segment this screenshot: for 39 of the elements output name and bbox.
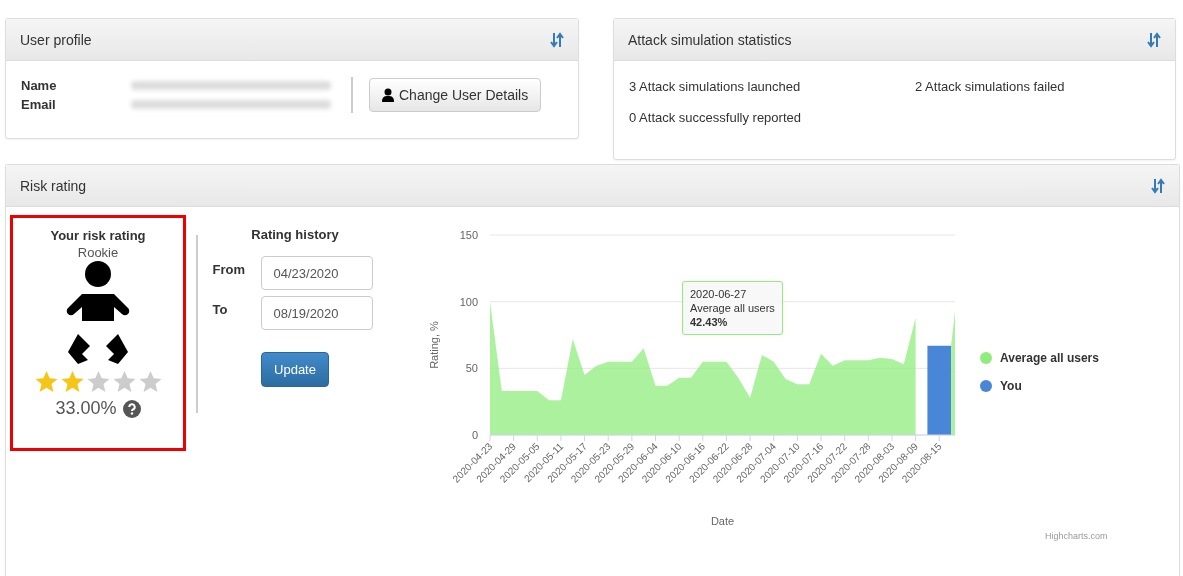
y-axis-title: Rating, %: [428, 321, 440, 369]
sort-icon[interactable]: [550, 31, 564, 48]
y-tick-label: 100: [459, 295, 478, 308]
help-icon[interactable]: [122, 399, 141, 418]
from-label: From: [212, 261, 246, 277]
star-icon: [59, 370, 85, 394]
field-label: Name: [21, 78, 58, 93]
rating-percent: 33.00%: [55, 398, 117, 419]
field-label: Email: [21, 97, 57, 112]
tooltip-date: 2020-06-27: [690, 287, 748, 301]
legend-label[interactable]: Average all users: [1000, 351, 1099, 365]
user-icon: [382, 88, 394, 102]
legend-label[interactable]: You: [1000, 379, 1022, 393]
to-date-field[interactable]: 08/19/2020: [260, 296, 373, 330]
update-button[interactable]: Update: [261, 352, 329, 387]
to-label: To: [212, 301, 229, 317]
panel-title: Risk rating: [20, 177, 87, 194]
rating-title: Your risk rating: [50, 228, 146, 243]
x-axis-title: Date: [710, 515, 735, 527]
sort-icon[interactable]: [1147, 31, 1161, 48]
panel-title: Attack simulation statistics: [628, 31, 792, 48]
statistic-text: 3 Attack simulations launched: [629, 79, 802, 94]
star-icon: [111, 370, 137, 394]
y-tick-label: 50: [465, 362, 478, 375]
y-tick-label: 150: [459, 229, 478, 241]
tooltip-value: 42.43%: [690, 315, 729, 329]
statistic-text: 0 Attack successfully reported: [629, 110, 802, 125]
history-title: Rating history: [251, 227, 339, 242]
star-icon: [137, 370, 163, 394]
rating-level-name: Rookie: [77, 245, 119, 260]
change-user-details-button[interactable]: Change User Details: [369, 78, 542, 112]
star-icon: [33, 370, 59, 394]
star-icon: [85, 370, 111, 394]
from-date-field[interactable]: 04/23/2020: [260, 256, 373, 290]
panel-title: User profile: [20, 31, 92, 48]
sort-icon[interactable]: [1151, 177, 1165, 194]
tooltip-series: Average all users: [690, 301, 775, 315]
y-tick-label: 0: [471, 429, 478, 441]
statistic-text: 2 Attack simulations failed: [915, 79, 1066, 94]
